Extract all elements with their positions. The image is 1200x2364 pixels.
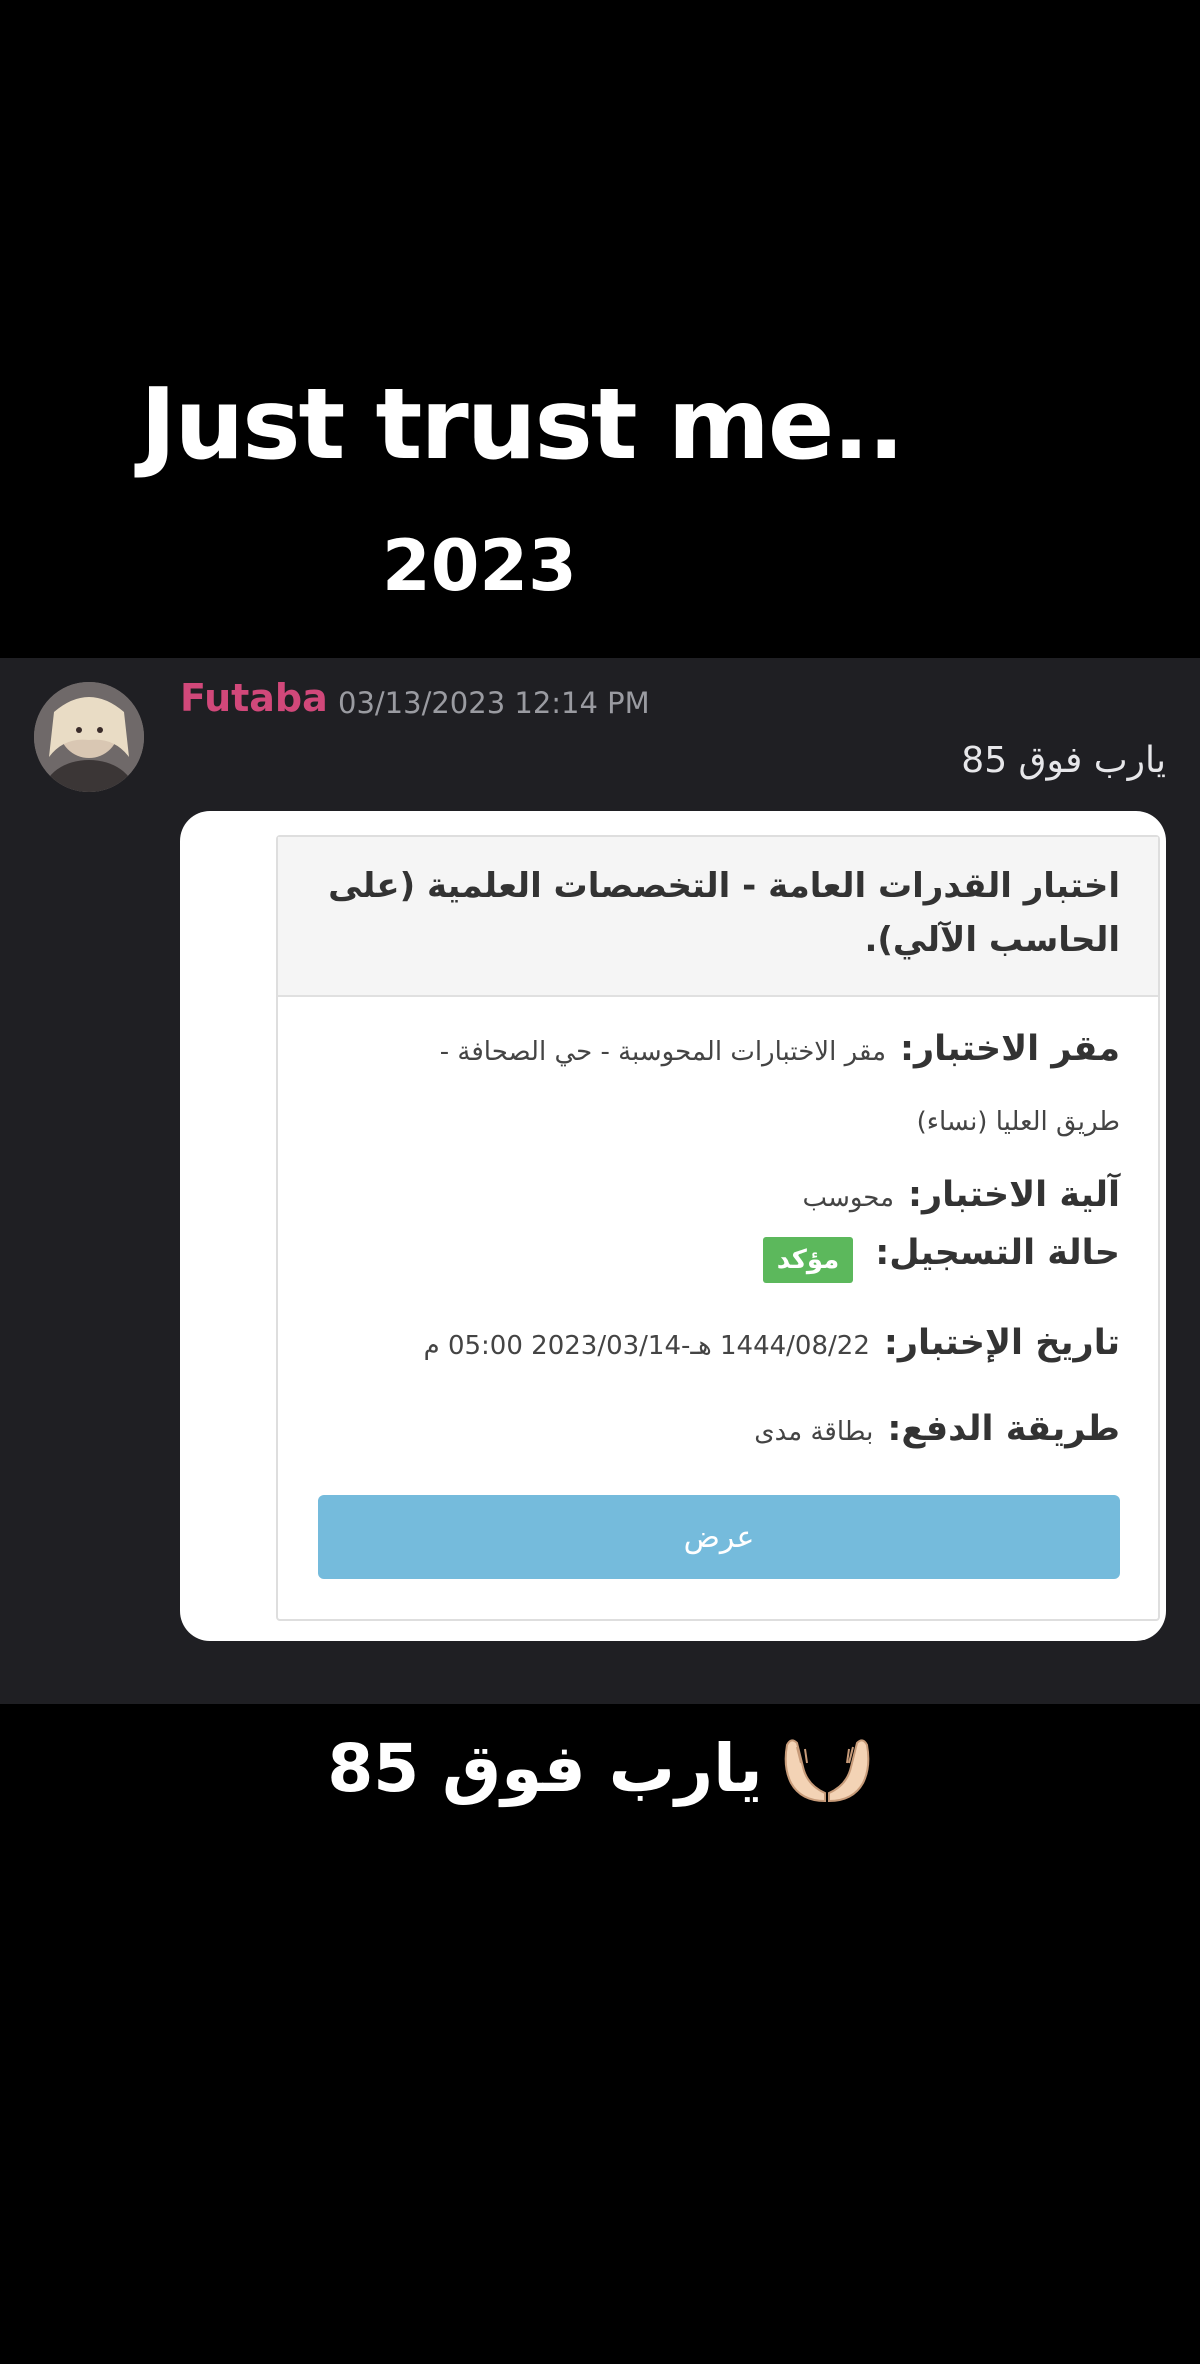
status-badge: مؤكد <box>762 1236 854 1283</box>
video-caption: يارب فوق 85 <box>0 1718 1200 1818</box>
card-title: اختبار القدرات العامة - التخصصات العلمية… <box>328 866 1120 960</box>
mechanism-value: محوسب <box>802 1183 895 1213</box>
discord-message: Futaba 03/13/2023 12:14 PM يارب فوق 85 ا… <box>0 658 1200 1704</box>
caption-text: يارب فوق 85 <box>327 1729 763 1807</box>
status-label: حالة التسجيل: <box>875 1233 1120 1273</box>
message-timestamp: 03/13/2023 12:14 PM <box>338 686 650 720</box>
status-row: حالة التسجيل: مؤكد <box>762 1233 1120 1283</box>
mechanism-label: آلية الاختبار: <box>908 1175 1120 1215</box>
praying-hands-icon <box>784 1739 869 1803</box>
mechanism-row: آلية الاختبار: محوسب <box>803 1175 1120 1215</box>
date-row: تاريخ الإختبار: 1444/08/22 هـ-2023/03/14 … <box>424 1323 1120 1363</box>
payment-label: طريقة الدفع: <box>887 1409 1120 1449</box>
location-label: مقر الاختبار: <box>900 1029 1120 1069</box>
payment-row: طريقة الدفع: بطاقة مدى <box>754 1409 1120 1449</box>
registration-card: اختبار القدرات العامة - التخصصات العلمية… <box>276 835 1160 1621</box>
location-value: مقر الاختبارات المحوسبة - حي الصحافة - <box>439 1037 887 1067</box>
location-value-line2: طريق العليا (نساء) <box>916 1107 1120 1137</box>
image-attachment[interactable]: اختبار القدرات العامة - التخصصات العلمية… <box>180 811 1166 1641</box>
location-row: مقر الاختبار: مقر الاختبارات المحوسبة - ح… <box>440 1029 1120 1069</box>
overlay-title: Just trust me.. <box>140 368 905 482</box>
avatar-image <box>34 682 144 792</box>
avatar[interactable] <box>34 682 144 792</box>
card-header: اختبار القدرات العامة - التخصصات العلمية… <box>278 837 1158 997</box>
date-label: تاريخ الإختبار: <box>883 1323 1120 1363</box>
message-text: يارب فوق 85 <box>961 740 1166 781</box>
payment-value: بطاقة مدى <box>754 1417 874 1447</box>
overlay-year: 2023 <box>382 525 577 607</box>
author-name[interactable]: Futaba <box>180 676 328 720</box>
view-button[interactable]: عرض <box>318 1495 1120 1579</box>
date-value: 1444/08/22 هـ-2023/03/14 05:00 م <box>423 1331 870 1361</box>
